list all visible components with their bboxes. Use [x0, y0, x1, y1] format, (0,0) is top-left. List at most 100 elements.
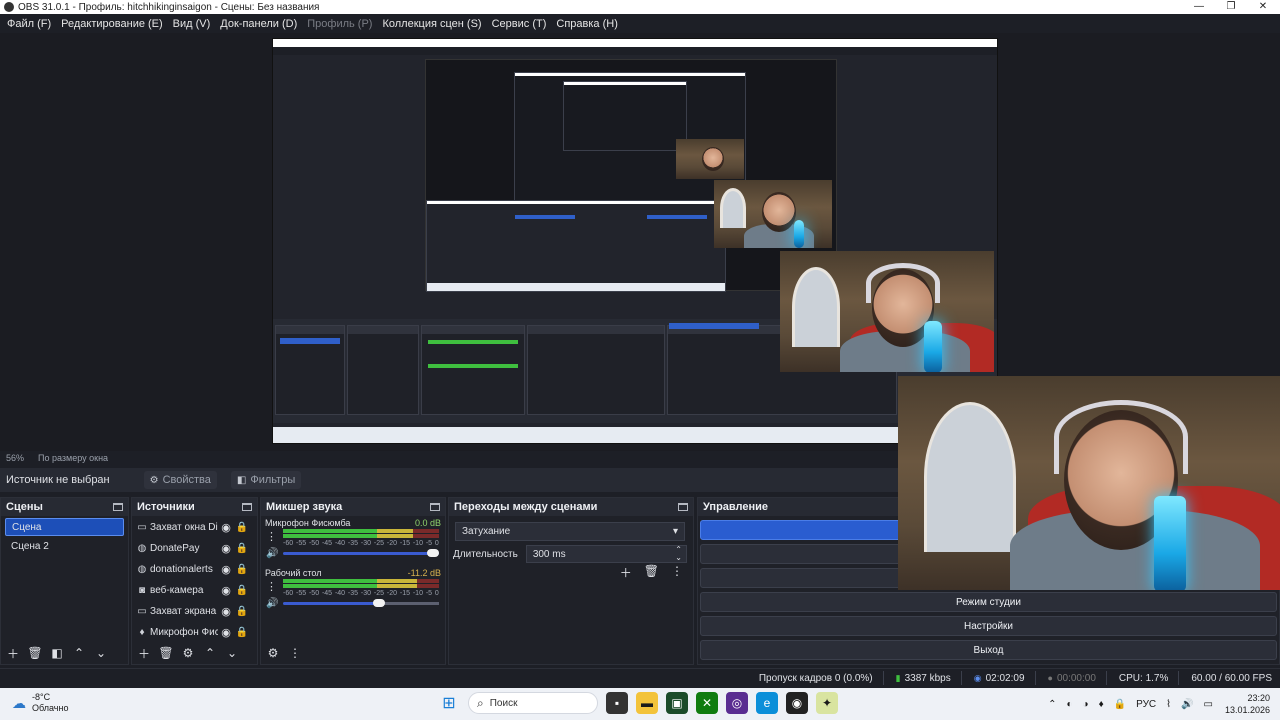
move-up-icon[interactable]: ⌃ — [202, 646, 218, 660]
signal-icon: ▮ — [895, 672, 901, 683]
add-icon[interactable]: ＋ — [620, 564, 632, 581]
lock-icon[interactable]: 🔒 — [234, 564, 250, 575]
volume-slider[interactable] — [283, 599, 439, 607]
language-indicator[interactable]: РУС — [1136, 699, 1156, 710]
spinner-icon[interactable]: ⌃ ⌄ — [675, 546, 682, 562]
scale-mode[interactable]: По размеру окна — [38, 453, 108, 463]
scene-item[interactable]: Сцена — [5, 518, 124, 536]
exit-button[interactable]: Выход — [700, 640, 1277, 660]
edge-browser-icon[interactable]: e — [756, 692, 778, 714]
xbox-icon[interactable]: ✕ — [696, 692, 718, 714]
file-explorer-icon[interactable]: ▬ — [636, 692, 658, 714]
source-row[interactable]: ◙ веб-камера ◉ 🔒 — [132, 580, 257, 601]
close-button[interactable]: ✕ — [1248, 0, 1278, 14]
slider-knob[interactable] — [373, 599, 385, 607]
system-tray: ⌃ ◐ ◑ ♦ 🔒 РУС ⌇ 🔊 ▭ 23:20 13.01.2026 — [1038, 688, 1280, 720]
mixer-settings-icon[interactable]: ⚙ — [265, 646, 281, 660]
add-icon[interactable]: ＋ — [5, 645, 21, 662]
add-icon[interactable]: ＋ — [136, 645, 152, 662]
source-row[interactable]: ♦ Микрофон Фиск ◉ 🔒 — [132, 622, 257, 643]
filters-button[interactable]: ◧ Фильтры — [230, 471, 302, 489]
app-icon[interactable]: ✦ — [816, 692, 838, 714]
cloud-icon: ☁ — [12, 694, 26, 711]
eye-icon[interactable]: ◉ — [218, 542, 234, 555]
move-up-icon[interactable]: ⌃ — [71, 646, 87, 660]
lock-icon[interactable]: 🔒 — [234, 627, 250, 638]
volume-slider[interactable] — [283, 549, 439, 557]
kebab-menu-icon[interactable]: ⋮ — [671, 564, 683, 581]
lock-icon[interactable]: 🔒 — [234, 585, 250, 596]
menu-edit[interactable]: Редактирование (E) — [56, 18, 168, 30]
move-down-icon[interactable]: ⌄ — [93, 646, 109, 660]
lock-icon[interactable]: 🔒 — [234, 606, 250, 617]
kebab-menu-icon[interactable]: ⋮ — [266, 580, 277, 593]
transition-selected: Затухание — [462, 526, 511, 537]
undock-icon[interactable] — [113, 503, 123, 511]
windows-start-icon[interactable]: ⊞ — [438, 692, 460, 714]
microphone-icon[interactable]: ♦ — [1099, 699, 1104, 710]
weather-widget[interactable]: ☁ -8°C Облачно — [12, 692, 68, 714]
transition-select[interactable]: Затухание ▾ — [455, 522, 685, 541]
kebab-menu-icon[interactable]: ⋮ — [266, 530, 277, 543]
trash-icon[interactable]: 🗑 — [158, 646, 174, 660]
source-row[interactable]: ▭ Захват экрана ◉ 🔒 — [132, 601, 257, 622]
settings-button[interactable]: Настройки — [700, 616, 1277, 636]
lock-icon[interactable]: 🔒 — [234, 543, 250, 554]
rec-time: 00:00:00 — [1056, 672, 1096, 684]
properties-button[interactable]: ⚙ Свойства — [143, 471, 217, 489]
menu-scene-collection[interactable]: Коллекция сцен (S) — [377, 18, 486, 30]
meter-ticks: -60 -55 -50 -45 -40 -35 -30 -25 -20 -15 -10 -5 0 — [283, 590, 439, 597]
minimize-button[interactable]: — — [1184, 0, 1214, 14]
undock-icon[interactable] — [242, 503, 252, 511]
volume-icon[interactable]: 🔊 — [1181, 699, 1193, 710]
channel-name: Микрофон Фисюмба — [265, 518, 351, 528]
tray-app-icon[interactable]: ◑ — [1083, 699, 1089, 710]
menu-profile[interactable]: Профиль (P) — [302, 18, 377, 30]
eye-icon[interactable]: ◉ — [218, 626, 234, 639]
menu-help[interactable]: Справка (H) — [551, 18, 622, 30]
menu-docks[interactable]: Док-панели (D) — [215, 18, 302, 30]
clock[interactable]: 23:20 13.01.2026 — [1225, 692, 1270, 716]
scene-item[interactable]: Сцена 2 — [5, 538, 124, 556]
duration-field[interactable]: 300 ms ⌃ ⌄ — [525, 545, 687, 563]
eye-icon[interactable]: ◉ — [218, 563, 234, 576]
trash-icon[interactable]: 🗑 — [644, 564, 659, 581]
search-icon: ⌕ — [477, 695, 484, 710]
speaker-icon[interactable]: 🔊 — [266, 548, 278, 559]
app-icon[interactable]: ◎ — [726, 692, 748, 714]
kebab-menu-icon[interactable]: ⋮ — [287, 646, 303, 660]
battery-icon[interactable]: ▭ — [1204, 699, 1213, 710]
studio-mode-button[interactable]: Режим студии — [700, 592, 1277, 612]
move-down-icon[interactable]: ⌄ — [224, 646, 240, 660]
search-input[interactable]: ⌕ Поиск — [468, 692, 598, 714]
menu-view[interactable]: Вид (V) — [168, 18, 216, 30]
menu-file[interactable]: Файл (F) — [2, 18, 56, 30]
undock-icon[interactable] — [430, 503, 440, 511]
eye-icon[interactable]: ◉ — [218, 605, 234, 618]
obs-app-icon — [4, 2, 14, 12]
tray-app-icon[interactable]: ◐ — [1066, 699, 1072, 710]
menu-tools[interactable]: Сервис (T) — [487, 18, 552, 30]
source-row[interactable]: ◍ donationalerts ◉ 🔒 — [132, 559, 257, 580]
dropped-frames: Пропуск кадров 0 (0.0%) — [758, 672, 873, 684]
microphone-icon: ♦ — [139, 627, 145, 638]
trash-icon[interactable]: 🗑 — [27, 646, 43, 660]
eye-icon[interactable]: ◉ — [218, 521, 234, 534]
slider-knob[interactable] — [427, 549, 439, 557]
undock-icon[interactable] — [678, 503, 688, 511]
source-row[interactable]: ◍ DonatePay ◉ 🔒 — [132, 538, 257, 559]
obs-taskbar-icon[interactable]: ◉ — [786, 692, 808, 714]
lock-icon[interactable]: 🔒 — [1114, 699, 1126, 710]
maximize-button[interactable]: ❐ — [1216, 0, 1246, 14]
task-view-icon[interactable]: ▪ — [606, 692, 628, 714]
filter-icon[interactable]: ◧ — [49, 646, 65, 660]
speaker-icon[interactable]: 🔊 — [266, 598, 278, 609]
lock-icon[interactable]: 🔒 — [234, 522, 250, 533]
terminal-icon[interactable]: ▣ — [666, 692, 688, 714]
eye-icon[interactable]: ◉ — [218, 584, 234, 597]
source-row[interactable]: ▭ Захват окна Disc ◉ 🔒 — [132, 517, 257, 538]
chevron-up-icon[interactable]: ⌃ — [1048, 699, 1056, 710]
gear-icon[interactable]: ⚙ — [180, 646, 196, 660]
wifi-icon[interactable]: ⌇ — [1166, 699, 1171, 710]
nested-preview — [425, 59, 837, 292]
